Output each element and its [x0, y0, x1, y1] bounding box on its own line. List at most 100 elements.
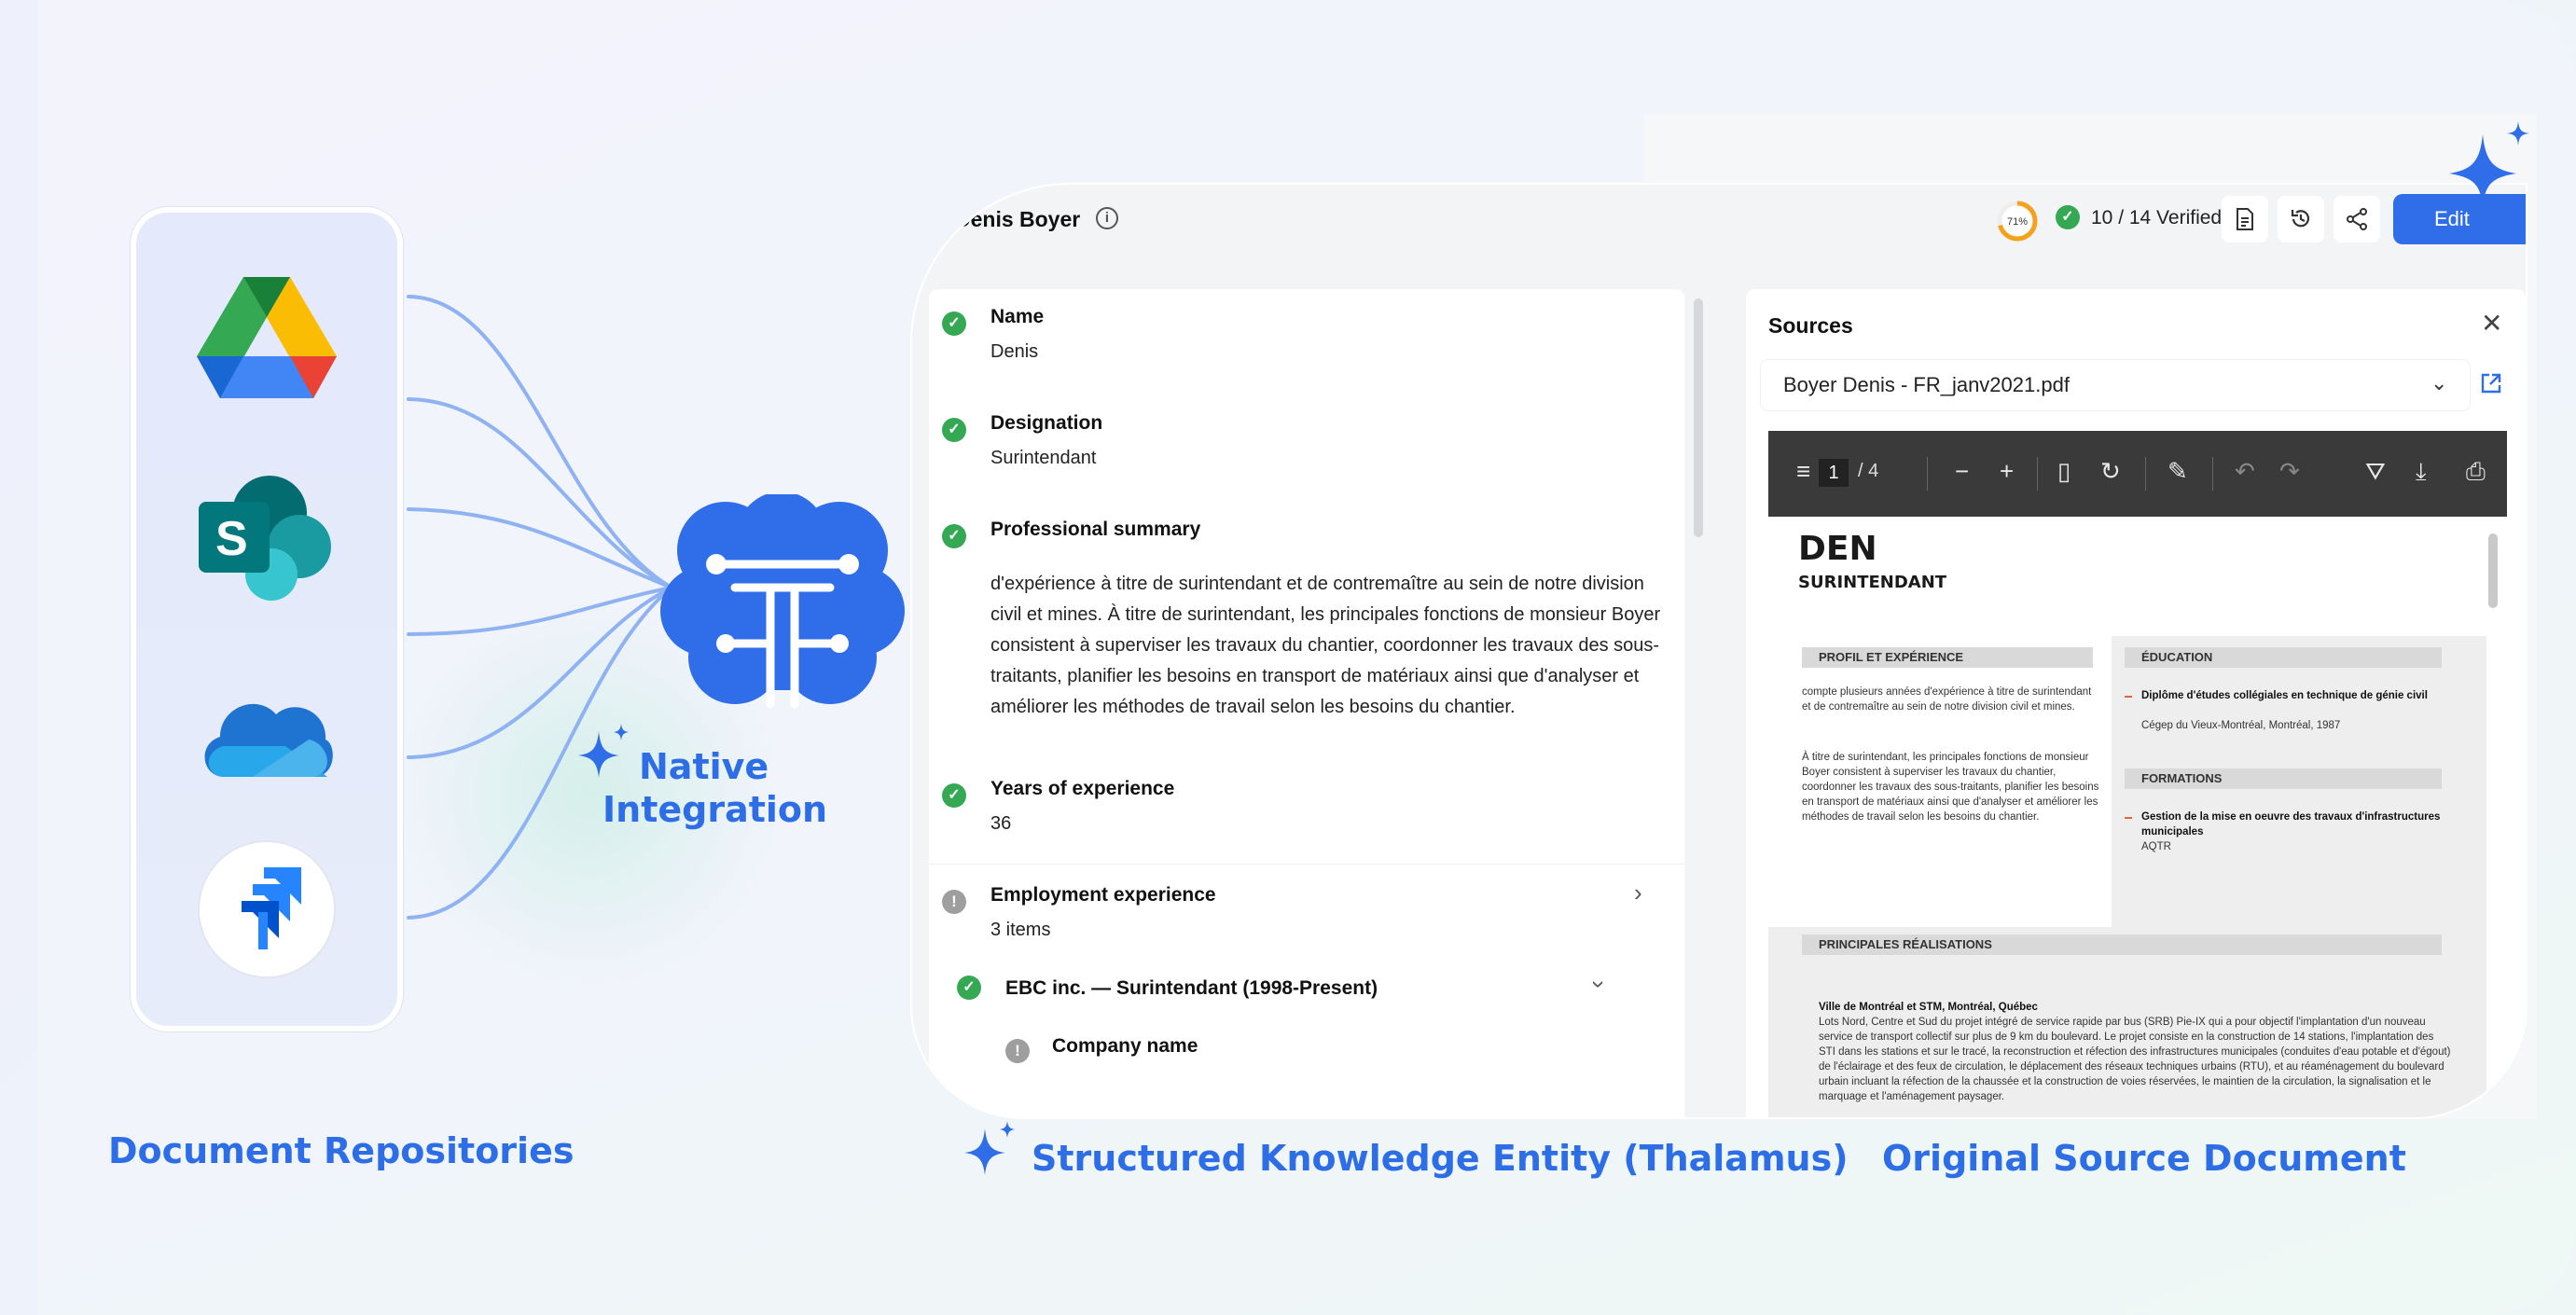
- print-icon[interactable]: ⎙: [2466, 457, 2486, 487]
- share-button[interactable]: [2334, 196, 2380, 242]
- entity-panel: ✓ Name Denis ✓ Designation Surintendant …: [929, 289, 1684, 1117]
- zoom-in-icon[interactable]: +: [2000, 457, 2014, 486]
- app-window: Denis Boyer i 71% ✓ 10 / 14 Verified Edi…: [912, 185, 2526, 1117]
- profile-paragraph: À titre de surintendant, les principales…: [1802, 752, 2099, 823]
- chevron-right-icon[interactable]: ›: [1634, 879, 1642, 907]
- sharepoint-letter: S: [215, 512, 248, 566]
- section-training: FORMATIONS: [2125, 768, 2442, 789]
- source-label: Original Source Document: [1882, 1138, 2406, 1179]
- info-icon[interactable]: i: [1096, 207, 1118, 229]
- achievement-text: Lots Nord, Centre et Sud du projet intég…: [1819, 1017, 2451, 1102]
- history-button[interactable]: [2278, 196, 2324, 242]
- field-value: Surintendant: [990, 448, 1097, 468]
- field-years-experience[interactable]: ✓ Years of experience 36: [929, 759, 1684, 862]
- fit-page-icon[interactable]: ▯: [2057, 457, 2070, 486]
- verified-check-icon: ✓: [942, 783, 966, 808]
- document-role: SURINTENDANT: [1798, 573, 1947, 592]
- pdf-scrollbar[interactable]: [2488, 533, 2498, 608]
- verified-check-icon: ✓: [942, 311, 966, 336]
- rotate-icon[interactable]: ↻: [2100, 457, 2121, 486]
- external-link-icon[interactable]: [2479, 371, 2503, 395]
- file-name: Boyer Denis - FR_janv2021.pdf: [1783, 373, 2070, 396]
- divider: [2212, 457, 2213, 491]
- sources-title: Sources: [1768, 313, 1853, 338]
- save-to-drive-icon[interactable]: ⛛: [2365, 457, 2386, 487]
- repository-panel: S: [131, 207, 403, 1031]
- draw-icon[interactable]: ✎: [2167, 457, 2188, 486]
- google-drive-icon[interactable]: [192, 272, 341, 403]
- progress-ring: 71%: [1997, 201, 2038, 242]
- section-education: ÉDUCATION: [2125, 647, 2442, 668]
- field-value: 3 items: [990, 920, 1051, 940]
- education-title: Diplôme d'études collégiales en techniqu…: [2141, 690, 2428, 701]
- education-school: Cégep du Vieux-Montréal, Montréal, 1987: [2141, 720, 2341, 731]
- divider: [1927, 457, 1928, 491]
- field-label: Name: [990, 306, 1045, 327]
- page-number-input[interactable]: 1: [1819, 459, 1849, 487]
- field-value: d'expérience à titre de surintendant et …: [990, 574, 1661, 717]
- jira-icon[interactable]: [197, 839, 337, 979]
- list-bullet: [2125, 817, 2132, 819]
- field-value: Denis: [990, 341, 1039, 362]
- verified-check-icon: ✓: [942, 418, 966, 442]
- entity-header: Denis Boyer i 71% ✓ 10 / 14 Verified Edi…: [912, 185, 2526, 287]
- document-button[interactable]: [2222, 196, 2268, 242]
- field-label: Professional summary: [990, 519, 1201, 540]
- list-bullet: [2125, 696, 2132, 698]
- warning-icon: !: [942, 890, 966, 914]
- brain-icon: [660, 491, 905, 718]
- verified-check-icon: ✓: [957, 976, 981, 1000]
- divider: [929, 864, 1684, 865]
- file-select[interactable]: Boyer Denis - FR_janv2021.pdf ⌄: [1761, 360, 2470, 410]
- profile-paragraph: compte plusieurs années d'expérience à t…: [1802, 686, 2092, 713]
- field-designation[interactable]: ✓ Designation Surintendant: [929, 394, 1684, 496]
- entity-label: Structured Knowledge Entity (Thalamus): [1032, 1138, 1849, 1179]
- field-name[interactable]: ✓ Name Denis: [929, 289, 1684, 392]
- native-integration-label: Native: [639, 746, 769, 787]
- document-name: DEN: [1798, 530, 1877, 568]
- training-title: Gestion de la mise en oeuvre des travaux…: [2141, 811, 2441, 837]
- section-profile: PROFIL ET EXPÉRIENCE: [1802, 647, 2093, 668]
- sparkle-icon: [964, 1121, 1017, 1182]
- field-label: Designation: [990, 412, 1103, 434]
- chevron-down-icon[interactable]: ›: [1585, 980, 1613, 989]
- onedrive-icon[interactable]: [197, 688, 337, 782]
- pdf-page: DEN SURINTENDANT PROFIL ET EXPÉRIENCE ÉD…: [1768, 517, 2486, 1117]
- verified-check-icon: ✓: [942, 524, 966, 548]
- page-total: / 4: [1858, 461, 1879, 481]
- pdf-toolbar: ≡ 1 / 4 − + ▯ ↻ ✎ ↶ ↷ ⛛ ⤓ ⎙: [1768, 431, 2507, 517]
- menu-icon[interactable]: ≡: [1796, 457, 1810, 486]
- close-icon[interactable]: ✕: [2481, 308, 2502, 339]
- redo-icon[interactable]: ↷: [2279, 457, 2300, 486]
- sharepoint-icon[interactable]: S: [197, 474, 337, 604]
- employment-item-title: EBC inc. — Surintendant (1998-Present): [1005, 977, 1378, 999]
- field-label: Employment experience: [990, 884, 1216, 906]
- scrollbar[interactable]: [1694, 298, 1703, 537]
- sparkle-icon: [578, 724, 630, 784]
- employment-item[interactable]: ✓ EBC inc. — Surintendant (1998-Present)…: [929, 970, 1684, 1026]
- field-label: Company name: [1052, 1035, 1198, 1057]
- sub-field-company-name[interactable]: ! Company name: [929, 1026, 1684, 1082]
- page-title: Denis Boyer: [955, 207, 1081, 231]
- field-employment-experience[interactable]: ! Employment experience 3 items ›: [929, 865, 1684, 968]
- achievement-title: Ville de Montréal et STM, Montréal, Québ…: [1819, 1002, 2038, 1013]
- divider: [2145, 457, 2146, 491]
- sparkle-icon: [2445, 121, 2531, 210]
- field-professional-summary[interactable]: ✓ Professional summary d'expérience à ti…: [929, 500, 1684, 752]
- repositories-label: Document Repositories: [108, 1130, 575, 1171]
- training-org: AQTR: [2141, 841, 2171, 852]
- zoom-out-icon[interactable]: −: [1955, 457, 1969, 486]
- warning-icon: !: [1005, 1039, 1030, 1063]
- verified-count: 10 / 14 Verified: [2091, 207, 2223, 228]
- section-achievements: PRINCIPALES RÉALISATIONS: [1802, 934, 2442, 955]
- sources-panel: Sources ✕ Boyer Denis - FR_janv2021.pdf …: [1746, 289, 2526, 1117]
- chevron-down-icon: ⌄: [2431, 371, 2448, 394]
- field-value: 36: [990, 813, 1012, 834]
- field-label: Years of experience: [990, 778, 1175, 799]
- undo-icon[interactable]: ↶: [2235, 457, 2255, 486]
- progress-label: 71%: [2007, 216, 2028, 228]
- verified-check-icon: ✓: [2056, 205, 2080, 229]
- native-integration-label: Integration: [602, 789, 828, 830]
- download-icon[interactable]: ⤓: [2416, 457, 2427, 487]
- divider: [2037, 457, 2038, 491]
